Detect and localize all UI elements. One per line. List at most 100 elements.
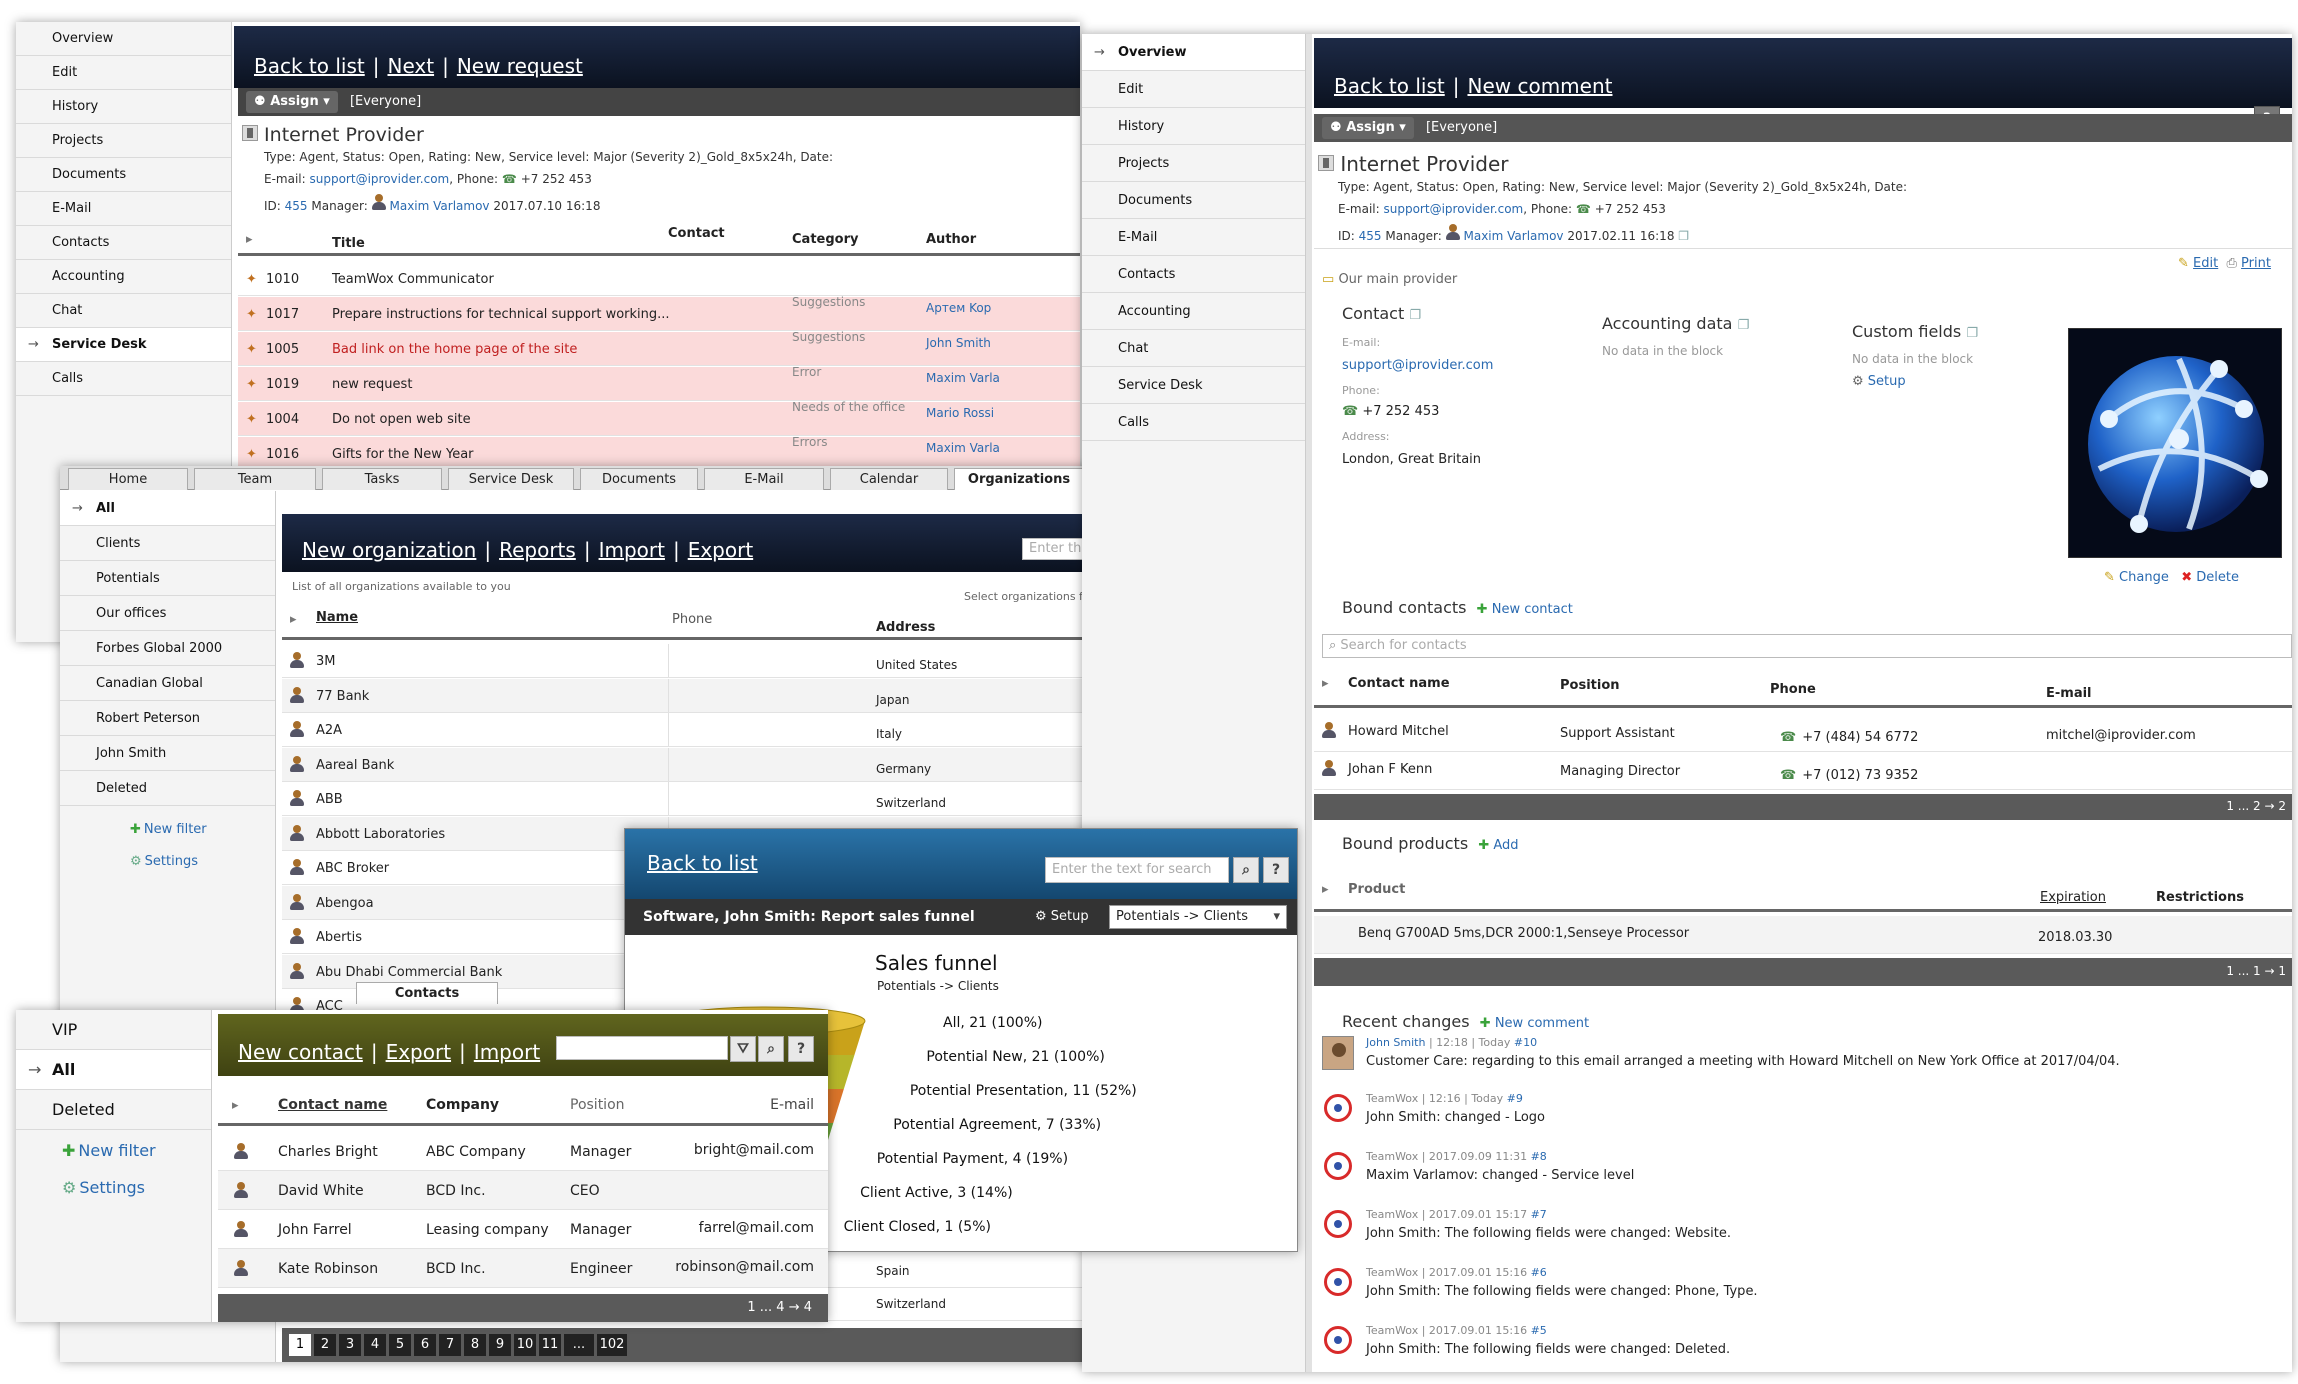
contact-name[interactable]: Johan F Kenn bbox=[1348, 762, 1432, 777]
contact-email[interactable]: mitchel@iprovider.com bbox=[2046, 728, 2196, 743]
sidebar-item[interactable]: History bbox=[1082, 108, 1305, 145]
table-row[interactable]: John Farrel Leasing company Manager farrel@… bbox=[218, 1210, 828, 1249]
sidebar-item[interactable]: Overview bbox=[16, 22, 231, 56]
sidebar-item[interactable]: Our offices bbox=[60, 596, 275, 631]
column-header[interactable]: Title bbox=[332, 236, 365, 251]
sidebar-item[interactable]: Chat bbox=[1082, 330, 1305, 367]
sidebar-item[interactable]: Calls bbox=[16, 362, 231, 396]
sidebar-item[interactable]: Accounting bbox=[1082, 293, 1305, 330]
sidebar-item[interactable]: Accounting bbox=[16, 260, 231, 294]
w3-email-link[interactable]: support@iprovider.com bbox=[1384, 202, 1524, 216]
table-row[interactable]: Howard Mitchel Support Assistant ☎ +7 (484)… bbox=[1314, 714, 2292, 752]
expand-icon[interactable]: ▸ bbox=[1322, 676, 1329, 691]
sidebar-item[interactable]: Overview bbox=[1082, 34, 1305, 71]
page-link[interactable]: 6 bbox=[414, 1334, 436, 1356]
table-row[interactable]: ABB Switzerland bbox=[282, 782, 1090, 816]
table-row[interactable]: ✦ 1004 Do not open web site Needs of the of… bbox=[238, 400, 1080, 436]
tab-service-desk[interactable]: Service Desk bbox=[448, 468, 574, 490]
table-row[interactable]: ✦ 1019 new request Error Maxim Varla bbox=[238, 365, 1080, 401]
sidebar-item[interactable]: Chat bbox=[16, 294, 231, 328]
org-name[interactable]: A2A bbox=[316, 723, 342, 738]
copy-icon[interactable]: ❐ bbox=[1738, 318, 1750, 333]
org-name[interactable]: 77 Bank bbox=[316, 689, 369, 704]
contact-name[interactable]: John Farrel bbox=[278, 1222, 352, 1238]
header-link[interactable]: New comment bbox=[1467, 74, 1612, 98]
copy-icon[interactable]: ❐ bbox=[1678, 229, 1689, 243]
column-header[interactable]: Phone bbox=[672, 612, 712, 627]
w4-help-button[interactable]: ? bbox=[1263, 857, 1289, 883]
sidebar-item[interactable]: E-Mail bbox=[1082, 219, 1305, 256]
table-row[interactable]: David White BCD Inc. CEO bbox=[218, 1171, 828, 1210]
delete-logo-link[interactable]: ✖ Delete bbox=[2181, 570, 2239, 585]
contact-email[interactable]: farrel@mail.com bbox=[699, 1220, 814, 1236]
change-logo-link[interactable]: ✎ Change bbox=[2104, 570, 2169, 585]
request-title[interactable]: Gifts for the New Year bbox=[332, 447, 474, 462]
tab-organizations[interactable]: Organizations bbox=[954, 468, 1084, 490]
w5-search-input[interactable] bbox=[556, 1036, 728, 1060]
column-header[interactable]: Position bbox=[1560, 678, 1620, 693]
header-link[interactable]: Export bbox=[386, 1040, 451, 1064]
column-header[interactable]: Restrictions bbox=[2156, 890, 2244, 905]
table-row[interactable]: ✦ 1005 Bad link on the home page of the si… bbox=[238, 330, 1080, 366]
new-contact-link[interactable]: ✚ New contact bbox=[1477, 602, 1573, 617]
new-comment-link[interactable]: ✚ New comment bbox=[1480, 1016, 1589, 1031]
table-row[interactable]: Johan F Kenn Managing Director ☎ +7 (012) 7… bbox=[1314, 752, 2292, 790]
page-link[interactable]: 1 bbox=[289, 1334, 311, 1356]
org-name[interactable]: Abertis bbox=[316, 930, 362, 945]
column-header[interactable]: Position bbox=[570, 1097, 625, 1113]
column-header[interactable]: Company bbox=[426, 1097, 499, 1113]
contacts-search-input[interactable]: ⌕ Search for contacts bbox=[1322, 634, 2292, 658]
column-header[interactable]: E-mail bbox=[2046, 686, 2092, 701]
w3-splitter[interactable] bbox=[1306, 34, 1312, 1372]
table-row[interactable]: ✦ 1017 Prepare instructions for technical … bbox=[238, 295, 1080, 331]
contact-email[interactable]: bright@mail.com bbox=[694, 1142, 814, 1158]
page-link[interactable]: ... bbox=[564, 1334, 594, 1356]
request-title[interactable]: new request bbox=[332, 377, 412, 392]
copy-icon[interactable]: ❐ bbox=[1409, 308, 1421, 323]
request-author[interactable]: Mario Rossi bbox=[926, 406, 994, 420]
sidebar-item[interactable]: Canadian Global bbox=[60, 666, 275, 701]
w5-help-button[interactable]: ? bbox=[788, 1036, 814, 1062]
tab-documents[interactable]: Documents bbox=[580, 468, 698, 490]
sidebar-item[interactable]: Forbes Global 2000 bbox=[60, 631, 275, 666]
w5-filter-button[interactable]: ⛛ bbox=[730, 1036, 756, 1062]
tab-calendar[interactable]: Calendar bbox=[830, 468, 948, 490]
table-row[interactable]: ✦ 1010 TeamWox Communicator bbox=[238, 262, 1080, 296]
column-header[interactable]: Phone bbox=[1770, 682, 1816, 697]
org-name[interactable]: Aareal Bank bbox=[316, 758, 394, 773]
column-header[interactable]: Product bbox=[1348, 882, 1405, 897]
table-row[interactable]: A2A Italy bbox=[282, 713, 1090, 747]
org-name[interactable]: 3M bbox=[316, 654, 336, 669]
add-product-link[interactable]: ✚ Add bbox=[1478, 838, 1518, 853]
w4-search-input[interactable]: Enter the text for search bbox=[1045, 857, 1229, 883]
w5-search-button[interactable]: ⌕ bbox=[758, 1036, 784, 1062]
sidebar-item[interactable]: History bbox=[16, 90, 231, 124]
sidebar-item[interactable]: Documents bbox=[1082, 182, 1305, 219]
print-link[interactable]: ⎙ Print bbox=[2227, 256, 2271, 271]
column-header[interactable]: Contact bbox=[668, 226, 725, 241]
contact-name[interactable]: Charles Bright bbox=[278, 1144, 378, 1160]
w3-assign-button[interactable]: ⚉ Assign ▾ bbox=[1322, 117, 1414, 139]
w1-email-link[interactable]: support@iprovider.com bbox=[310, 172, 450, 186]
w4-setup-link[interactable]: ⚙ Setup bbox=[1035, 909, 1089, 924]
sidebar-item[interactable]: Contacts bbox=[1082, 256, 1305, 293]
w4-search-button[interactable]: ⌕ bbox=[1233, 857, 1259, 883]
sidebar-item[interactable]: Deleted bbox=[16, 1090, 211, 1130]
table-row[interactable]: Kate Robinson BCD Inc. Engineer robinson@ma… bbox=[218, 1249, 828, 1288]
settings-link[interactable]: ⚙ Settings bbox=[16, 1170, 211, 1206]
sidebar-item[interactable]: Projects bbox=[1082, 145, 1305, 182]
page-link[interactable]: 5 bbox=[389, 1334, 411, 1356]
sidebar-item[interactable]: Service Desk bbox=[1082, 367, 1305, 404]
page-link[interactable]: 2 bbox=[314, 1334, 336, 1356]
page-link[interactable]: 7 bbox=[439, 1334, 461, 1356]
header-link[interactable]: Reports bbox=[499, 538, 576, 562]
tab-contacts[interactable]: Contacts bbox=[356, 982, 498, 1004]
sidebar-item[interactable]: E-Mail bbox=[16, 192, 231, 226]
table-row[interactable]: 3M United States bbox=[282, 644, 1090, 678]
request-title[interactable]: TeamWox Communicator bbox=[332, 272, 494, 287]
header-link[interactable]: New contact bbox=[238, 1040, 363, 1064]
w3-manager-link[interactable]: Maxim Varlamov bbox=[1463, 229, 1563, 243]
page-link[interactable]: 10 bbox=[514, 1334, 536, 1356]
expand-icon[interactable]: ▸ bbox=[1322, 882, 1329, 897]
contact-email-link[interactable]: support@iprovider.com bbox=[1342, 358, 1493, 373]
